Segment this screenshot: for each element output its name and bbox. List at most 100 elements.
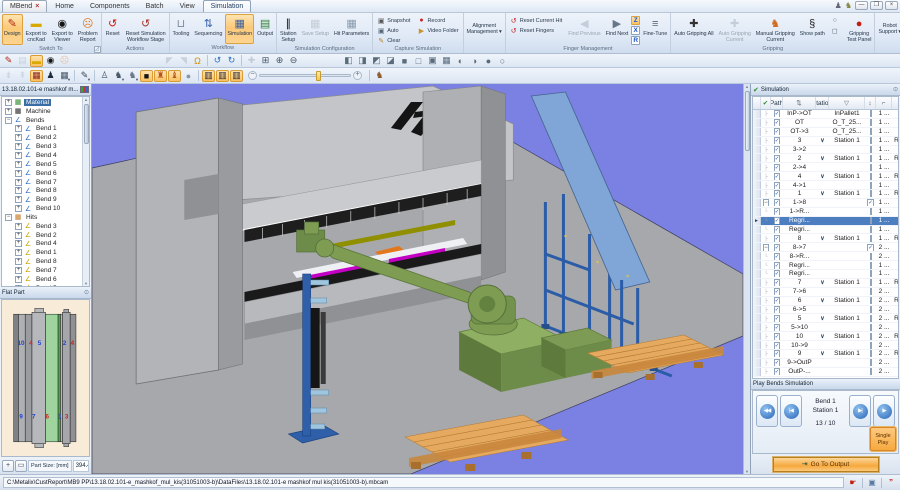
tree-item-hits[interactable]: − ▦ Hits [2, 213, 89, 222]
expander-icon[interactable]: − [763, 199, 769, 207]
quotes-icon[interactable]: ” [885, 478, 897, 487]
alignment-management-button[interactable]: Alignment Management ▾ [465, 14, 504, 44]
row-selector[interactable] [753, 261, 761, 270]
sim-row-10[interactable]: ├ ✓ 10 ∨ Station 1 2 ... R [753, 332, 898, 342]
show-hit-icon[interactable]: ▦ [30, 69, 43, 82]
dropdown-arrow-icon[interactable]: ▼ [121, 77, 125, 82]
rotate-free-icon[interactable]: ↻ [225, 55, 238, 67]
sim-row-8R[interactable]: └ ✓ 8->R... 2 ... [753, 252, 898, 262]
sim-row-8[interactable]: ├ ✓ 8 ∨ Station 1 1 ... R [753, 234, 898, 244]
row-checkbox[interactable]: ✓ [773, 341, 781, 349]
sim-row-InPOT[interactable]: ├ ✓ InP->OT InPallet1 1 ... [753, 110, 898, 119]
expander-icon[interactable]: + [15, 143, 22, 151]
tree-item-bend-2[interactable]: + ∠ Bend 2 [2, 133, 89, 142]
row-checkbox[interactable]: ✓ [773, 314, 781, 322]
robot-support-button[interactable]: Robot Support ▾ [876, 14, 900, 44]
row-checkbox[interactable]: ✓ [773, 243, 781, 251]
row-checkbox[interactable]: ✓ [773, 332, 781, 340]
grip-layers-button[interactable]: ◻ [828, 26, 844, 35]
eye-icon[interactable]: ◉ [44, 55, 57, 67]
video-folder-button[interactable]: ▶ Video Folder [414, 26, 461, 35]
sim-row-7[interactable]: ├ ✓ 7 ∨ Station 1 1 ... R [753, 278, 898, 288]
die-block-icon[interactable]: ■ [140, 69, 153, 82]
expander-icon[interactable]: + [15, 222, 22, 230]
col-path[interactable]: Path [771, 97, 783, 109]
sim-row-76[interactable]: ├ ✓ 7->6 2 ... [753, 287, 898, 297]
tab-view[interactable]: View [172, 0, 203, 12]
station-setup-button[interactable]: ∥ Station Setup [278, 14, 298, 45]
tree-item-bend-7[interactable]: + ∠ Bend 7 [2, 266, 89, 275]
pallet-view1-icon[interactable]: ▥ [202, 69, 215, 82]
find-previous-button[interactable]: ◀ Find Previous [566, 14, 602, 45]
design-tool-icon[interactable]: ✎ [2, 55, 15, 67]
row-checkbox[interactable]: ✓ [773, 252, 781, 260]
option-checkbox[interactable] [869, 368, 872, 376]
row-selector[interactable] [753, 118, 761, 127]
option-checkbox[interactable] [869, 172, 872, 180]
row-checkbox[interactable]: ✓ [773, 128, 781, 136]
zoom-window-icon[interactable]: ⊞ [259, 55, 272, 67]
expander-icon[interactable]: + [15, 187, 22, 195]
auto-gripping-current-button[interactable]: ✚ Auto Gripping Current [716, 14, 752, 45]
row-selector[interactable] [753, 110, 761, 118]
sim-row-OT3[interactable]: ├ ✓ OT->3 O_T_25... 1 ... [753, 127, 898, 137]
tab-home[interactable]: Home [47, 0, 82, 12]
option-checkbox[interactable] [869, 234, 872, 242]
minimize-button[interactable]: — [855, 1, 868, 10]
sim-row-87[interactable]: − ✓ 8->7 ✓ 2 ... [753, 243, 898, 253]
zoom-out-button[interactable]: − [248, 71, 257, 80]
row-selector[interactable] [753, 358, 761, 367]
option-checkbox[interactable] [869, 110, 872, 118]
reset-button[interactable]: ↺ Reset [103, 14, 123, 45]
row-selector[interactable]: ► [753, 216, 761, 225]
select-arrow2-icon[interactable]: ◥ [177, 55, 190, 67]
tab-components[interactable]: Components [82, 0, 138, 12]
option-checkbox[interactable] [869, 332, 872, 340]
auto-capture-button[interactable]: ▣ Auto [374, 26, 413, 35]
auto-gripping-all-button[interactable]: ✚ Auto Gripping All [672, 14, 715, 45]
sim-row-Regri[interactable]: └ ✓ Regri... 1 ... [753, 270, 898, 279]
row-checkbox[interactable]: ✓ [773, 146, 781, 153]
select-arrow-icon[interactable]: ◤ [163, 55, 176, 67]
tree-item-bend-4[interactable]: + ∠ Bend 4 [2, 151, 89, 160]
row-selector[interactable] [753, 154, 761, 163]
dialog-launcher-icon[interactable]: ◿ [93, 46, 101, 53]
option-checkbox[interactable] [869, 306, 872, 314]
export-viewer-button[interactable]: ◉ Export to Viewer [50, 14, 75, 45]
option-checkbox[interactable] [869, 217, 872, 225]
manual-gripping-current-button[interactable]: ♞ Manual Gripping Current [754, 14, 797, 45]
zoom-slider[interactable]: − + [248, 71, 362, 81]
lock-icon[interactable]: Ω [191, 55, 204, 67]
view-sphere1-icon[interactable]: ◐ [454, 55, 467, 67]
option-checkbox[interactable] [869, 297, 872, 305]
tree-item-bend-6[interactable]: + ∠ Bend 6 [2, 169, 89, 178]
sim-row-Regri[interactable]: ► └ ✓ Regri... 1 ... [753, 216, 898, 226]
regrip-col-icon[interactable]: ⌐ [876, 97, 892, 109]
report-icon[interactable]: ▤ [16, 55, 29, 67]
row-selector[interactable] [753, 341, 761, 350]
sim-row-4[interactable]: ├ ✓ 4 ∨ Station 1 1 ... R [753, 172, 898, 182]
view-left-icon[interactable]: ▣ [426, 55, 439, 67]
row-selector[interactable] [753, 127, 761, 136]
record-button[interactable]: ● Record [414, 16, 461, 25]
design-button[interactable]: ✎ Design [2, 14, 23, 46]
tree-item-bend-8[interactable]: + ∠ Bend 8 [2, 257, 89, 266]
option-checkbox[interactable] [869, 181, 872, 189]
row-selector[interactable] [753, 287, 761, 296]
tooling-button[interactable]: ⊔ Tooling [171, 14, 192, 44]
option-checkbox[interactable] [869, 190, 872, 198]
tree-item-material[interactable]: + ▦ Material [2, 98, 89, 107]
robot-b-icon[interactable]: ♞ ▼ [126, 70, 139, 82]
row-selector[interactable] [753, 136, 761, 145]
expander-icon[interactable]: + [15, 205, 22, 213]
tree-scrollbar[interactable]: ▲ ▼ [82, 97, 89, 286]
tree-item-bend-6[interactable]: + ∠ Bend 6 [2, 275, 89, 284]
gripping-test-panel-button[interactable]: ● Gripping Test Panel [845, 14, 874, 45]
option-checkbox[interactable] [869, 146, 872, 153]
play-panel-header[interactable]: Play Bends Simulation [751, 379, 900, 390]
sim-row-1R[interactable]: └ ✓ 1->R... 1 ... [753, 207, 898, 217]
part-tab[interactable]: 13.18.02.101-e mashkof m... ⊙ [0, 84, 91, 96]
tree-item-bend-1[interactable]: + ∠ Bend 1 [2, 248, 89, 257]
expander-icon[interactable]: + [15, 151, 22, 159]
row-checkbox[interactable]: ✓ [773, 323, 781, 331]
